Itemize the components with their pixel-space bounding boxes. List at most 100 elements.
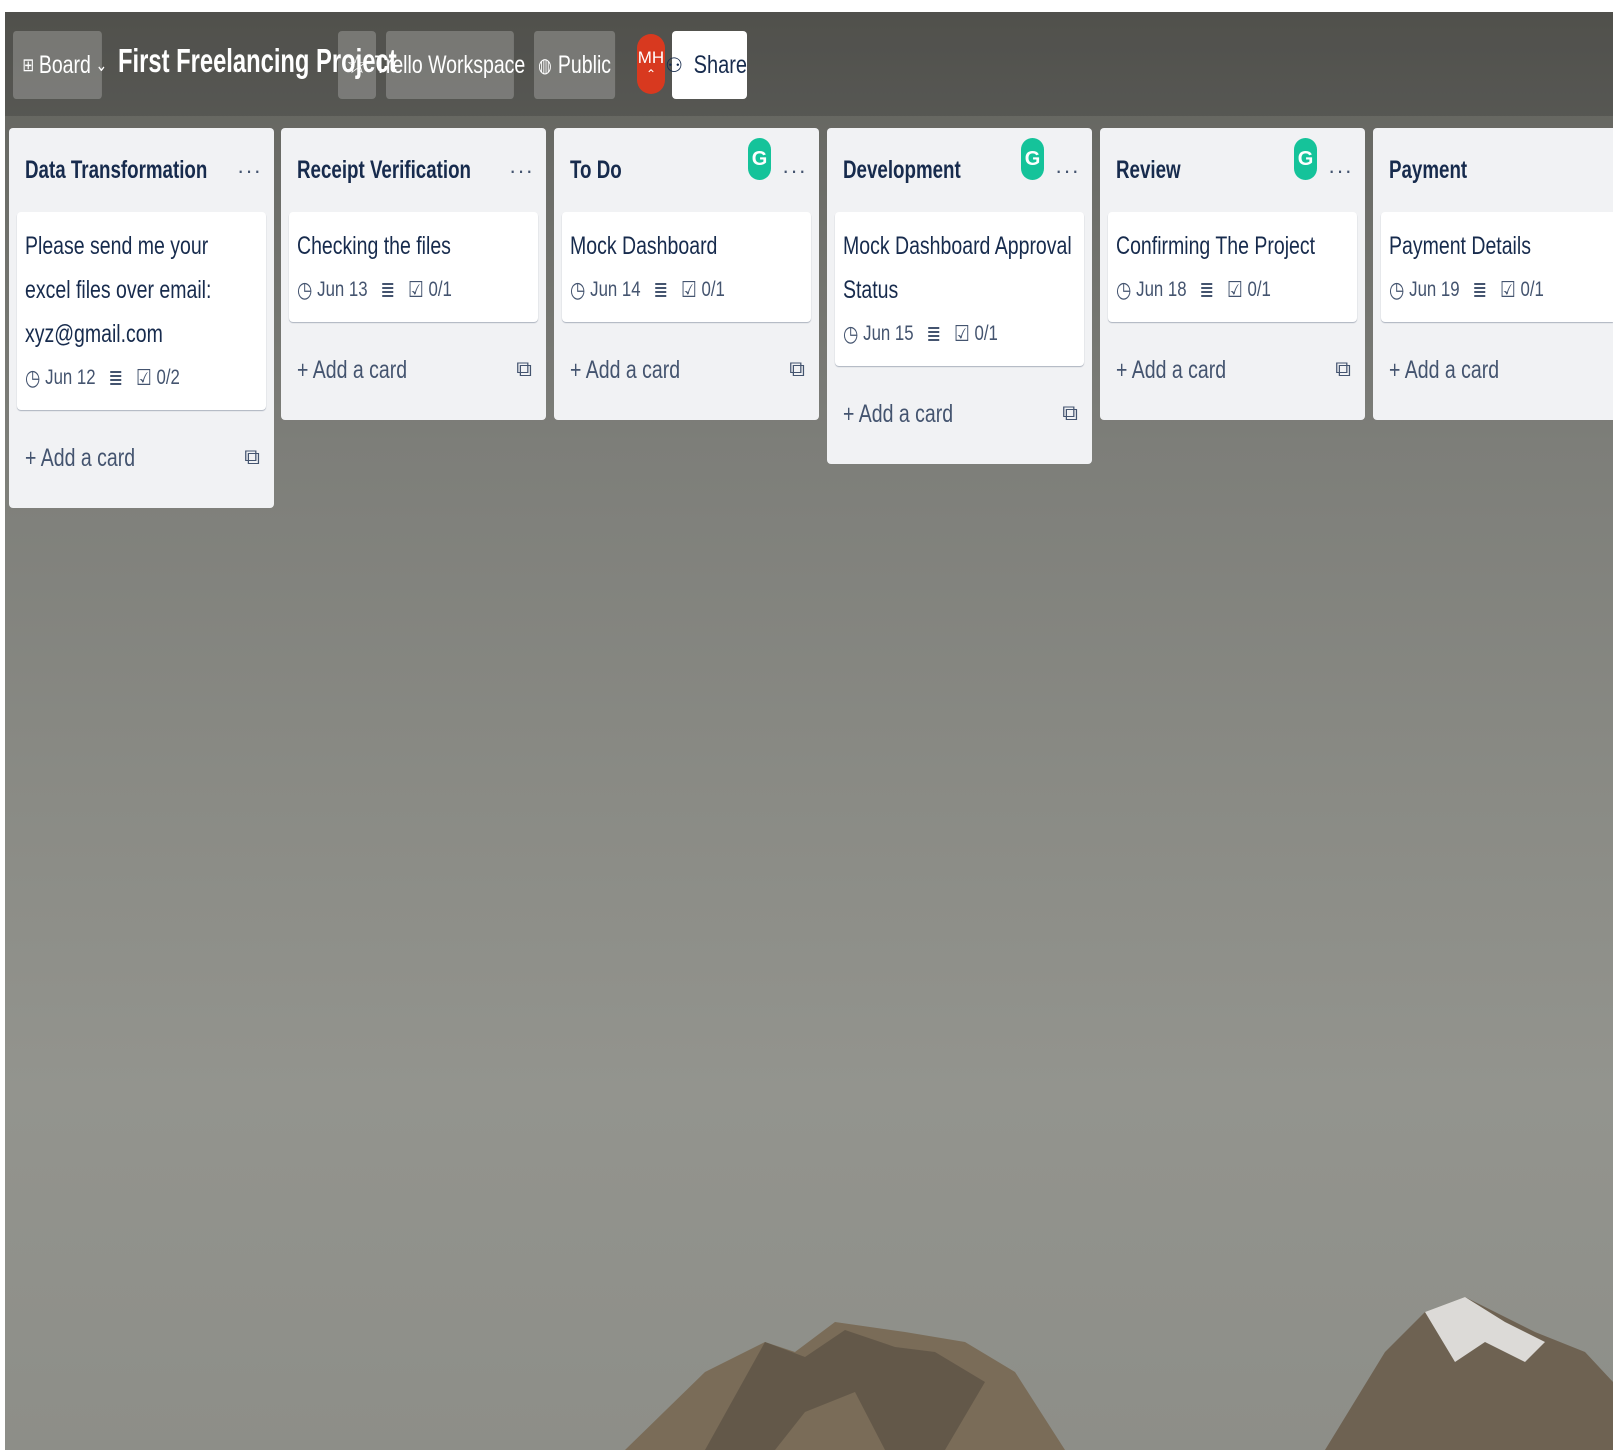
more-icon[interactable]: ··· [1055, 158, 1080, 184]
avatar-initials: MH [637, 47, 665, 67]
board-view-label: Board [38, 50, 91, 79]
card-template-icon[interactable]: ⧉ [1335, 356, 1351, 382]
share-button[interactable]: ⚇ Share [665, 31, 747, 99]
grammarly-icon[interactable]: G [1294, 138, 1317, 180]
clock-icon: ◷ [297, 277, 313, 302]
add-card-button[interactable]: + Add a card [843, 400, 953, 429]
card-badges: ◷ Jun 18 ≣ ☑ 0/1 [1116, 268, 1302, 312]
more-icon[interactable]: ··· [509, 158, 534, 184]
card-title: Please send me your excel files over ema… [25, 232, 212, 348]
list-title[interactable]: Development [843, 156, 961, 185]
card[interactable]: Mock Dashboard ◷ Jun 14 ≣ ☑ 0/1 [562, 212, 811, 322]
more-icon[interactable]: ··· [782, 158, 807, 184]
avatar[interactable]: MH ⌃ [637, 34, 665, 94]
list-title[interactable]: Data Transformation [25, 156, 207, 185]
star-button[interactable]: ☆ [338, 31, 376, 99]
add-card-label: Add a card [40, 444, 136, 472]
clock-icon: ◷ [25, 365, 41, 390]
list-receipt-verification: Receipt Verification ··· Checking the fi… [281, 128, 546, 420]
checklist-count: 0/2 [156, 366, 180, 389]
checklist-count: 0/1 [1520, 278, 1544, 301]
card-badges: ◷ Jun 12 ≣ ☑ 0/2 [25, 356, 211, 400]
more-icon[interactable]: ··· [1328, 158, 1353, 184]
add-card-label: Add a card [858, 400, 954, 428]
list-review: Review G ··· Confirming The Project ◷ Ju… [1100, 128, 1365, 420]
add-row: + Add a card ⧉ [281, 322, 546, 420]
due-date: Jun 13 [317, 278, 368, 301]
checklist-icon: ☑ [1499, 277, 1516, 302]
card[interactable]: Mock Dashboard Approval Status ◷ Jun 15 … [835, 212, 1084, 366]
chevron-down-icon: ⌄ [95, 54, 108, 75]
clock-icon: ◷ [1389, 277, 1405, 302]
card-badges: ◷ Jun 13 ≣ ☑ 0/1 [297, 268, 483, 312]
description-icon: ≣ [1472, 277, 1488, 302]
card-title: Confirming The Project [1116, 232, 1316, 260]
add-card-button[interactable]: + Add a card [570, 356, 680, 385]
list-data-transformation: Data Transformation ··· Please send me y… [9, 128, 274, 508]
list-title[interactable]: Receipt Verification [297, 156, 471, 185]
plus-icon: + [25, 444, 41, 472]
list-header: Receipt Verification ··· [281, 128, 546, 212]
add-card-button[interactable]: + Add a card [1116, 356, 1226, 385]
admin-icon: ⌃ [645, 66, 657, 81]
checklist-count: 0/1 [1247, 278, 1271, 301]
card[interactable]: Checking the files ◷ Jun 13 ≣ ☑ 0/1 [289, 212, 538, 322]
card-badges: ◷ Jun 14 ≣ ☑ 0/1 [570, 268, 756, 312]
checklist-count: 0/1 [428, 278, 452, 301]
card-template-icon[interactable]: ⧉ [789, 356, 805, 382]
list-header: To Do G ··· [554, 128, 819, 212]
checklist-icon: ☑ [407, 277, 424, 302]
plus-icon: + [1116, 356, 1132, 384]
list-header: Data Transformation ··· [9, 128, 274, 212]
list-header: Review G ··· [1100, 128, 1365, 212]
checklist-icon: ☑ [135, 365, 152, 390]
card[interactable]: Payment Details ◷ Jun 19 ≣ ☑ 0/1 [1381, 212, 1613, 322]
due-date: Jun 18 [1136, 278, 1187, 301]
add-row: + Add a card ⧉ [827, 366, 1092, 464]
due-date: Jun 14 [590, 278, 641, 301]
add-card-label: Add a card [585, 356, 681, 384]
list-payment: Payment Payment Details ◷ Jun 19 ≣ ☑ 0/1… [1373, 128, 1613, 420]
card-badges: ◷ Jun 15 ≣ ☑ 0/1 [843, 312, 1029, 356]
card-title: Payment Details [1389, 232, 1531, 260]
card[interactable]: Confirming The Project ◷ Jun 18 ≣ ☑ 0/1 [1108, 212, 1357, 322]
workspace-button[interactable]: Trello Workspace [375, 31, 525, 99]
board-view-button[interactable]: ⊞ Board ⌄ [13, 31, 107, 99]
add-card-label: Add a card [312, 356, 408, 384]
list-title[interactable]: Review [1116, 156, 1181, 185]
grammarly-icon[interactable]: G [1021, 138, 1044, 180]
add-row: + Add a card ⧉ [1100, 322, 1365, 420]
add-row: + Add a card ⧉ [554, 322, 819, 420]
globe-icon: ◍ [538, 54, 552, 77]
add-card-button[interactable]: + Add a card [1389, 356, 1499, 385]
visibility-button[interactable]: ◍ Public [534, 31, 616, 99]
checklist-icon: ☑ [680, 277, 697, 302]
add-person-icon: ⚇ [665, 54, 684, 77]
description-icon: ≣ [380, 277, 396, 302]
card-template-icon[interactable]: ⧉ [516, 356, 532, 382]
list-to-do: To Do G ··· Mock Dashboard ◷ Jun 14 ≣ ☑ … [554, 128, 819, 420]
description-icon: ≣ [926, 321, 942, 346]
star-icon: ☆ [346, 51, 368, 79]
checklist-icon: ☑ [1226, 277, 1243, 302]
more-icon[interactable]: ··· [237, 158, 262, 184]
description-icon: ≣ [108, 365, 124, 390]
add-card-button[interactable]: + Add a card [25, 444, 135, 473]
plus-icon: + [843, 400, 859, 428]
list-title[interactable]: Payment [1389, 156, 1467, 185]
card-template-icon[interactable]: ⧉ [1062, 400, 1078, 426]
list-title[interactable]: To Do [570, 156, 622, 185]
add-card-button[interactable]: + Add a card [297, 356, 407, 385]
grammarly-icon[interactable]: G [748, 138, 771, 180]
clock-icon: ◷ [1116, 277, 1132, 302]
checklist-count: 0/1 [701, 278, 725, 301]
checklist-icon: ☑ [953, 321, 970, 346]
card[interactable]: Please send me your excel files over ema… [17, 212, 266, 410]
add-card-label: Add a card [1404, 356, 1500, 384]
card-badges: ◷ Jun 19 ≣ ☑ 0/1 [1389, 268, 1562, 312]
board-icon: ⊞ [22, 54, 35, 75]
card-template-icon[interactable]: ⧉ [244, 444, 260, 470]
plus-icon: + [1389, 356, 1405, 384]
add-row: + Add a card ⧉ [9, 410, 274, 508]
plus-icon: + [297, 356, 313, 384]
